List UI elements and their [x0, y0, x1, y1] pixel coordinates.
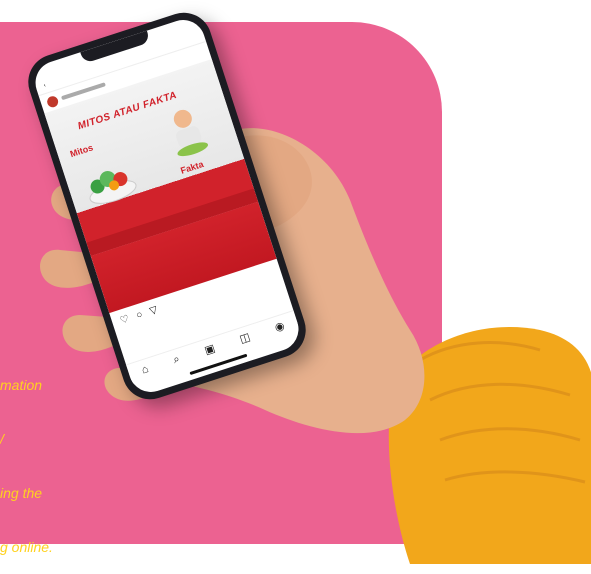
avatar[interactable] [45, 94, 60, 109]
shop-icon[interactable]: ◫ [238, 330, 252, 346]
search-icon[interactable]: ⌕ [172, 352, 182, 366]
home-icon[interactable]: ⌂ [140, 363, 150, 376]
back-icon[interactable]: ‹ [43, 83, 47, 89]
share-icon[interactable]: ▽ [148, 304, 159, 317]
myth-label: Mitos [68, 142, 95, 160]
comment-icon[interactable]: ○ [135, 309, 144, 321]
vegetable-bowl-icon [89, 170, 137, 204]
profile-icon[interactable]: ◉ [273, 318, 286, 333]
baby-illustration-icon [173, 109, 209, 157]
reels-icon[interactable]: ▣ [203, 341, 217, 357]
fact-label: Fakta [179, 158, 205, 176]
heart-icon[interactable]: ♡ [119, 313, 131, 326]
